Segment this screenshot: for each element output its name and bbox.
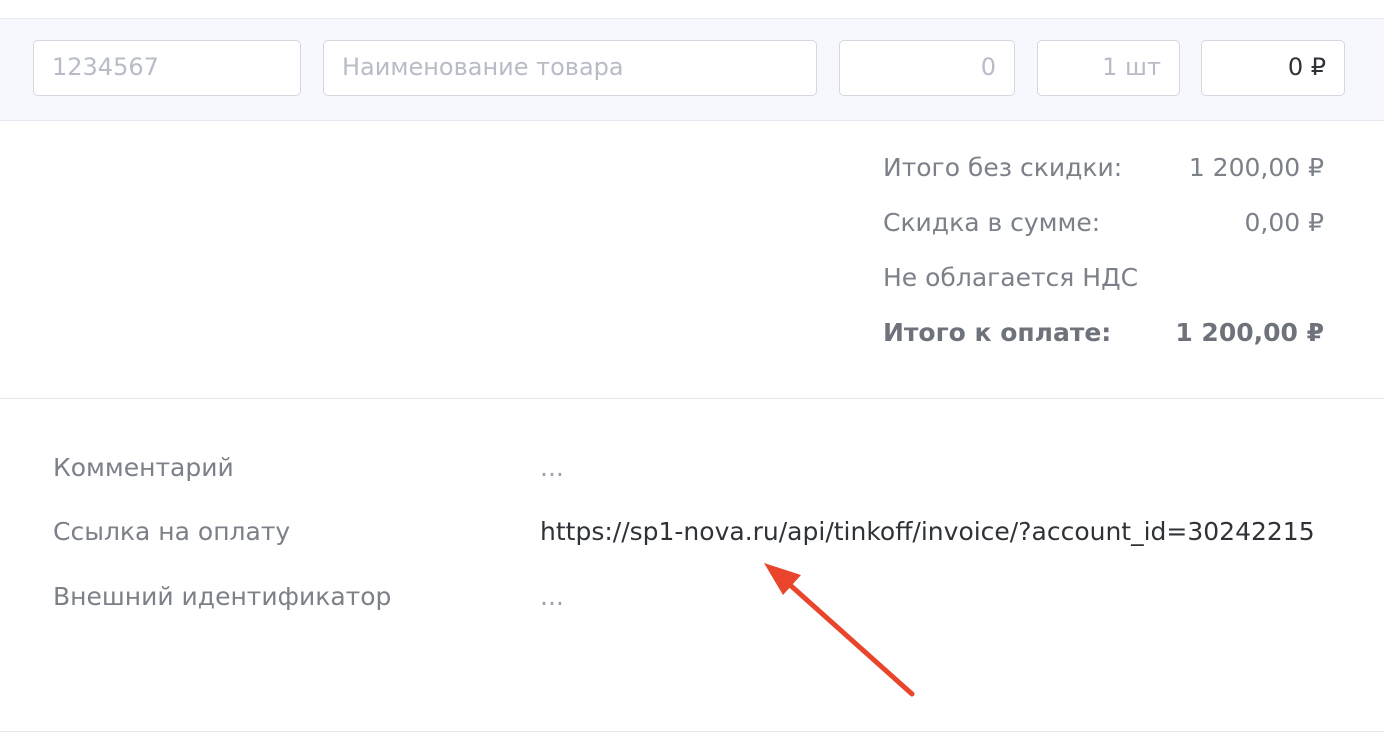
total-row: Итого к оплате: 1 200,00 ₽	[883, 318, 1324, 350]
discount-label: Скидка в сумме:	[883, 208, 1101, 237]
article-input[interactable]: 1234567	[33, 40, 301, 96]
external-id-row: Внешний идентификатор ...	[53, 582, 1326, 616]
details-section: Комментарий ... Ссылка на оплату https:/…	[0, 399, 1384, 732]
sum-input[interactable]: 0 ₽	[1201, 40, 1345, 96]
payment-link-value[interactable]: https://sp1-nova.ru/api/tinkoff/invoice/…	[540, 517, 1326, 546]
total-label: Итого к оплате:	[883, 318, 1112, 347]
totals-section: Итого без скидки: 1 200,00 ₽ Скидка в су…	[0, 121, 1384, 399]
quantity-input[interactable]: 1 шт	[1037, 40, 1180, 96]
invoice-page: 1234567 Наименование товара 0 1 шт 0 ₽ И…	[0, 0, 1384, 742]
comment-row: Комментарий ...	[53, 453, 1326, 487]
vat-row: Не облагается НДС	[883, 263, 1324, 295]
top-strip	[0, 0, 1384, 19]
payment-link-label: Ссылка на оплату	[53, 517, 291, 546]
comment-value[interactable]: ...	[540, 453, 1326, 482]
comment-label: Комментарий	[53, 453, 234, 482]
external-id-value[interactable]: ...	[540, 582, 1326, 611]
discount-value: 0,00 ₽	[1244, 208, 1324, 237]
subtotal-label: Итого без скидки:	[883, 153, 1123, 182]
product-name-input[interactable]: Наименование товара	[323, 40, 817, 96]
total-value: 1 200,00 ₽	[1175, 318, 1324, 347]
discount-input[interactable]: 0	[839, 40, 1015, 96]
subtotal-value: 1 200,00 ₽	[1188, 153, 1324, 182]
product-input-row: 1234567 Наименование товара 0 1 шт 0 ₽	[0, 19, 1384, 121]
discount-row: Скидка в сумме: 0,00 ₽	[883, 208, 1324, 240]
vat-label: Не облагается НДС	[883, 263, 1139, 292]
subtotal-row: Итого без скидки: 1 200,00 ₽	[883, 153, 1324, 185]
payment-link-row: Ссылка на оплату https://sp1-nova.ru/api…	[53, 517, 1326, 551]
external-id-label: Внешний идентификатор	[53, 582, 392, 611]
